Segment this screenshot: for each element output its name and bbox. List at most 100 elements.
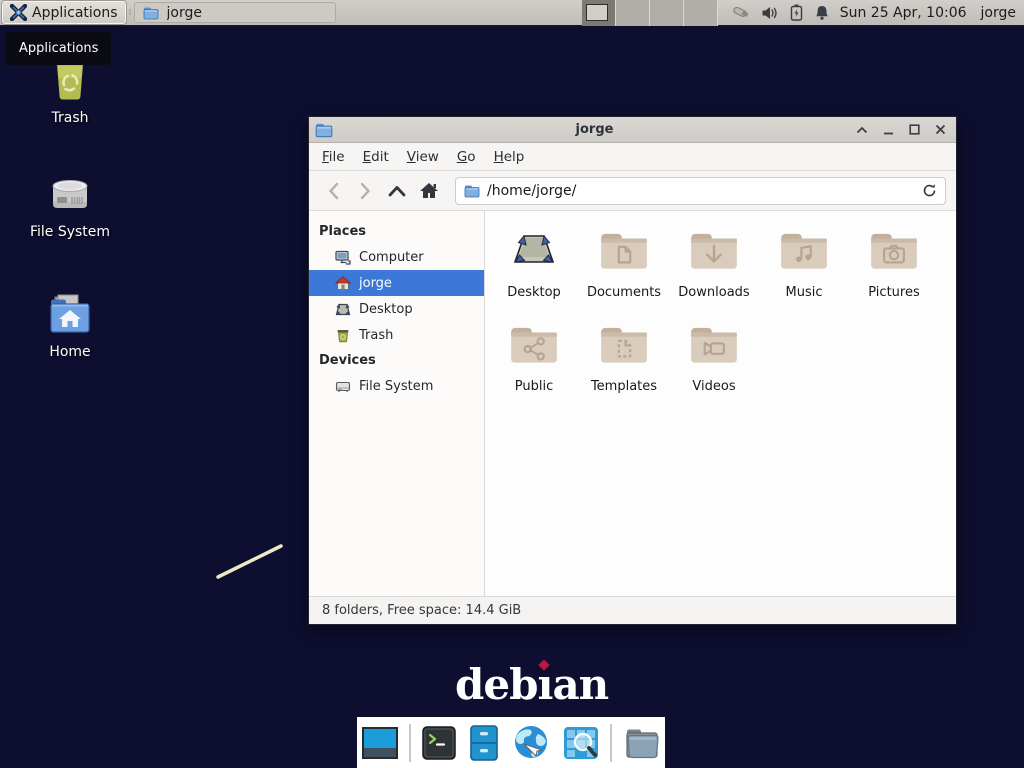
web-browser-globe-icon	[510, 722, 552, 764]
drive-small-icon	[335, 379, 351, 394]
folder-downloads-icon	[687, 227, 741, 283]
desktop-pad-icon	[507, 227, 561, 283]
folder-icon	[143, 6, 159, 20]
folder-launcher[interactable]	[621, 724, 663, 762]
file-cabinet-launcher[interactable]	[467, 723, 501, 763]
minimize-button[interactable]	[878, 120, 898, 140]
menu-view[interactable]: View	[398, 145, 448, 169]
top-panel: Applications ⁞ jorge	[0, 0, 1024, 26]
sidebar-item-label: Trash	[359, 328, 393, 343]
sidebar-item-trash[interactable]: Trash	[309, 322, 484, 348]
home-folder-icon	[45, 292, 95, 338]
file-item-public[interactable]: Public	[489, 321, 579, 415]
menu-go[interactable]: Go	[448, 145, 485, 169]
location-path-text[interactable]: /home/jorge/	[487, 183, 915, 199]
battery-charging-icon[interactable]	[790, 4, 803, 21]
applications-menu-button[interactable]: Applications	[2, 1, 126, 24]
panel-username[interactable]: jorge	[981, 0, 1016, 25]
logo-text: an	[552, 660, 608, 709]
workspace-switcher	[582, 0, 718, 26]
workspace-4[interactable]	[684, 0, 718, 26]
file-item-documents[interactable]: Documents	[579, 227, 669, 321]
sidebar-item-file-system[interactable]: File System	[309, 373, 484, 399]
debian-wallpaper-logo: debıan	[455, 660, 608, 709]
file-label: Videos	[692, 379, 735, 394]
sidebar-devices-header: Devices	[309, 348, 484, 373]
clock-text: Sun 25 Apr, 10:06	[840, 5, 967, 21]
input-device-icon[interactable]	[730, 5, 750, 21]
desktop-icon-file-system[interactable]: File System	[12, 172, 128, 240]
file-item-downloads[interactable]: Downloads	[669, 227, 759, 321]
menu-bar: File Edit View Go Help	[309, 143, 956, 171]
trash-small-icon	[335, 328, 351, 343]
terminal-launcher[interactable]	[420, 724, 458, 762]
forward-button[interactable]	[351, 177, 379, 205]
menu-file[interactable]: File	[313, 145, 354, 169]
dock-separator	[610, 724, 612, 762]
sidebar-item-computer[interactable]: Computer	[309, 244, 484, 270]
desktop-icon-home[interactable]: Home	[12, 292, 128, 360]
file-item-pictures[interactable]: Pictures	[849, 227, 939, 321]
cursor-trail-line	[210, 539, 290, 584]
menu-help[interactable]: Help	[485, 145, 534, 169]
workspace-3[interactable]	[650, 0, 684, 26]
shade-button[interactable]	[852, 120, 872, 140]
location-folder-icon	[464, 184, 480, 198]
sidebar-item-jorge[interactable]: jorge	[309, 270, 484, 296]
applications-menu-label: Applications	[32, 5, 118, 21]
window-titlebar[interactable]: jorge	[309, 117, 956, 143]
home-button[interactable]	[415, 177, 443, 205]
notifications-bell-icon[interactable]	[814, 4, 830, 21]
maximize-button[interactable]	[904, 120, 924, 140]
workspace-window-preview	[586, 4, 608, 21]
volume-icon[interactable]	[761, 5, 779, 21]
home-icon	[335, 276, 351, 291]
sidebar-item-label: Desktop	[359, 302, 413, 317]
applications-tooltip: Applications	[6, 32, 111, 65]
window-title: jorge	[337, 122, 852, 137]
panel-handle[interactable]: ⁞	[126, 0, 134, 25]
menu-edit[interactable]: Edit	[354, 145, 398, 169]
sidebar-item-label: File System	[359, 379, 433, 394]
app-finder-launcher[interactable]	[561, 723, 601, 763]
sidebar-item-desktop[interactable]: Desktop	[309, 296, 484, 322]
file-item-music[interactable]: Music	[759, 227, 849, 321]
taskbar-window-label: jorge	[167, 5, 202, 21]
panel-clock[interactable]: Sun 25 Apr, 10:06	[840, 0, 967, 25]
desktop-icon-label: Trash	[52, 110, 89, 126]
file-label: Templates	[591, 379, 657, 394]
desktop-icon-label: File System	[30, 224, 110, 240]
file-item-videos[interactable]: Videos	[669, 321, 759, 415]
reload-icon[interactable]	[922, 183, 937, 198]
file-item-templates[interactable]: Templates	[579, 321, 669, 415]
logo-i: ı	[537, 660, 552, 709]
close-button[interactable]	[930, 120, 950, 140]
show-desktop-icon	[360, 723, 400, 763]
window-controls	[852, 120, 950, 140]
folder-public-icon	[507, 321, 561, 377]
sidebar-item-label: jorge	[359, 276, 392, 291]
show-desktop-button[interactable]	[360, 723, 400, 763]
terminal-icon	[420, 724, 458, 762]
tooltip-text: Applications	[19, 41, 98, 56]
file-label: Public	[515, 379, 553, 394]
file-grid: Desktop	[485, 211, 956, 596]
location-bar[interactable]: /home/jorge/	[455, 177, 946, 205]
hard-drive-icon	[45, 172, 95, 218]
workspace-2[interactable]	[616, 0, 650, 26]
desktop-pad-icon	[335, 302, 351, 317]
status-bar: 8 folders, Free space: 14.4 GiB	[309, 596, 956, 624]
workspace-1[interactable]	[582, 0, 616, 26]
up-button[interactable]	[383, 177, 411, 205]
panel-spacer	[336, 0, 582, 25]
file-label: Downloads	[678, 285, 749, 300]
desktop-root: Applications ⁞ jorge	[0, 0, 1024, 768]
folder-templates-icon	[597, 321, 651, 377]
back-button[interactable]	[319, 177, 347, 205]
web-browser-launcher[interactable]	[510, 722, 552, 764]
folder-music-icon	[777, 227, 831, 283]
file-label: Desktop	[507, 285, 561, 300]
file-item-desktop[interactable]: Desktop	[489, 227, 579, 321]
username-text: jorge	[981, 5, 1016, 21]
taskbar-window-button[interactable]: jorge	[134, 2, 336, 23]
